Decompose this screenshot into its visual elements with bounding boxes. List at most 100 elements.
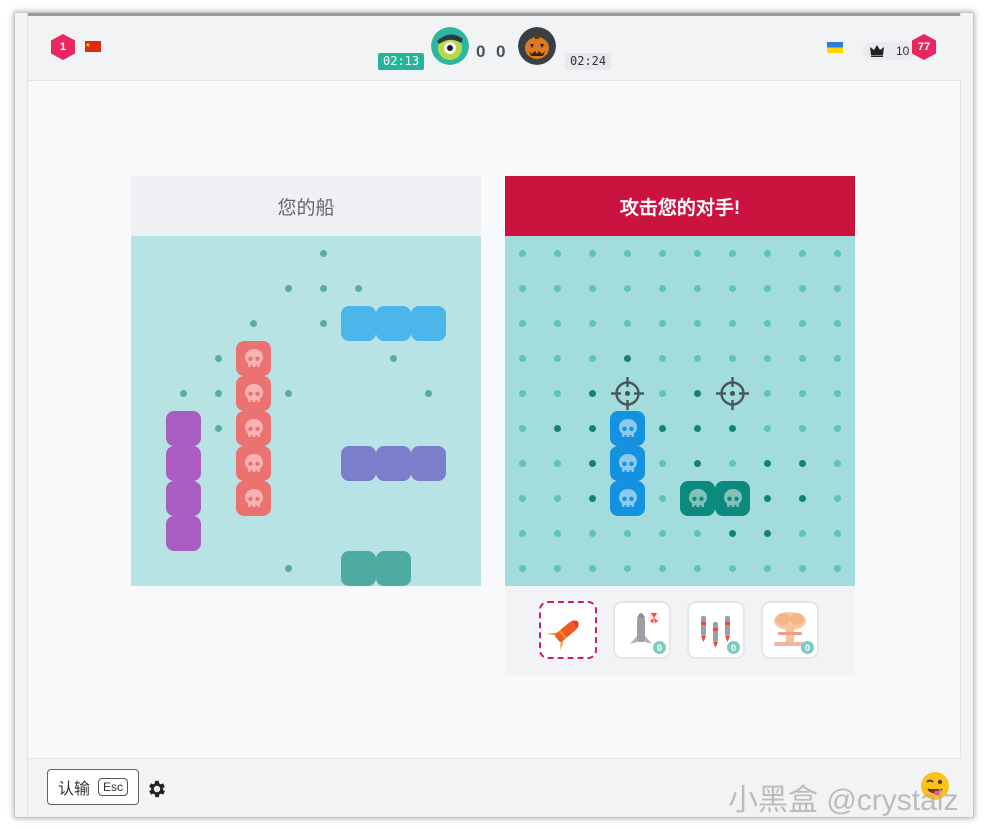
grid-dot	[554, 250, 561, 257]
weapon-nuke-rocket[interactable]: 0	[613, 601, 671, 659]
grid-dot	[554, 390, 561, 397]
grid-dot	[694, 285, 701, 292]
ship-red-cell	[236, 376, 271, 411]
ship-indigo-cell	[411, 446, 446, 481]
grid-dot	[519, 495, 526, 502]
grid-dot	[554, 285, 561, 292]
shot-marker	[589, 460, 596, 467]
resign-button[interactable]: 认输 Esc	[47, 769, 140, 805]
enemy-board[interactable]	[505, 236, 855, 586]
shot-marker	[694, 460, 701, 467]
grid-dot	[589, 320, 596, 327]
shot-marker	[729, 530, 736, 537]
shot-marker	[659, 425, 666, 432]
ship-purple-cell	[166, 446, 201, 481]
skull-icon	[244, 488, 263, 507]
miss-marker	[215, 355, 222, 362]
grid-dot	[589, 250, 596, 257]
grid-dot	[554, 320, 561, 327]
player-avatar[interactable]	[431, 27, 469, 65]
grid-dot	[694, 530, 701, 537]
miss-marker	[425, 390, 432, 397]
grid-dot	[659, 390, 666, 397]
my-board-title: 您的船	[277, 197, 335, 219]
ship-purple-cell	[166, 516, 201, 551]
grid-dot	[554, 355, 561, 362]
grid-dot	[659, 250, 666, 257]
cn-flag-icon	[85, 41, 101, 52]
shot-marker	[624, 355, 631, 362]
crown-count: 10	[896, 44, 910, 58]
grid-dot	[589, 355, 596, 362]
grid-dot	[589, 565, 596, 572]
grid-dot	[659, 355, 666, 362]
shot-marker	[764, 495, 771, 502]
grid-dot	[554, 495, 561, 502]
miss-marker	[320, 250, 327, 257]
miss-marker	[285, 565, 292, 572]
ship-blue-cell	[411, 306, 446, 341]
grid-dot	[659, 460, 666, 467]
grid-dot	[694, 320, 701, 327]
grid-dot	[729, 320, 736, 327]
grid-dot	[764, 390, 771, 397]
enemy-ship-teal-cell	[680, 481, 715, 516]
shot-marker	[799, 460, 806, 467]
grid-dot	[729, 250, 736, 257]
grid-dot	[764, 355, 771, 362]
ship-indigo-cell	[376, 446, 411, 481]
esc-key-hint: Esc	[98, 778, 129, 796]
grid-dot	[834, 460, 841, 467]
top-bar: 1 02:13 0 0 02:24 10 77	[27, 16, 961, 81]
grid-dot	[519, 285, 526, 292]
ship-blue-cell	[341, 306, 376, 341]
left-level-text: 1	[59, 41, 67, 53]
ship-red-cell	[236, 341, 271, 376]
grid-dot	[554, 565, 561, 572]
grid-dot	[519, 390, 526, 397]
ship-indigo-cell	[341, 446, 376, 481]
grid-dot	[694, 565, 701, 572]
weapon-triple-missiles[interactable]: 0	[687, 601, 745, 659]
grid-dot	[519, 355, 526, 362]
shot-marker	[589, 390, 596, 397]
player-score: 0	[476, 42, 486, 61]
weapon-missile[interactable]	[539, 601, 597, 659]
grid-dot	[659, 530, 666, 537]
right-timer: 02:24	[565, 53, 612, 70]
grid-dot	[554, 530, 561, 537]
grid-dot	[799, 285, 806, 292]
grid-dot	[834, 320, 841, 327]
shot-marker	[554, 425, 561, 432]
crown-score: 10	[863, 42, 915, 60]
enemy-ship-teal-cell	[715, 481, 750, 516]
grid-dot	[729, 285, 736, 292]
shot-marker	[694, 390, 701, 397]
ship-purple-cell	[166, 411, 201, 446]
right-level-badge: 77	[912, 34, 936, 60]
grid-dot	[589, 530, 596, 537]
nuke-rocket-count: 0	[653, 641, 666, 654]
crosshair-icon[interactable]	[610, 376, 645, 411]
grid-dot	[519, 320, 526, 327]
opponent-score: 0	[496, 42, 506, 61]
weapon-mushroom-bomb[interactable]: 0	[761, 601, 819, 659]
ship-red-cell	[236, 481, 271, 516]
miss-marker	[320, 285, 327, 292]
ship-red-cell	[236, 446, 271, 481]
enemy-board-title: 攻击您的对手!	[619, 197, 741, 219]
shot-marker	[589, 495, 596, 502]
opponent-avatar[interactable]	[518, 27, 556, 65]
grid-dot	[659, 495, 666, 502]
grid-dot	[799, 425, 806, 432]
grid-dot	[519, 530, 526, 537]
grid-dot	[764, 285, 771, 292]
triple-missiles-count: 0	[727, 641, 740, 654]
shot-marker	[764, 460, 771, 467]
crosshair-icon[interactable]	[715, 376, 750, 411]
grid-dot	[729, 565, 736, 572]
ship-purple-cell	[166, 481, 201, 516]
skull-icon	[244, 453, 263, 472]
gear-icon[interactable]	[146, 778, 168, 800]
grid-dot	[729, 460, 736, 467]
